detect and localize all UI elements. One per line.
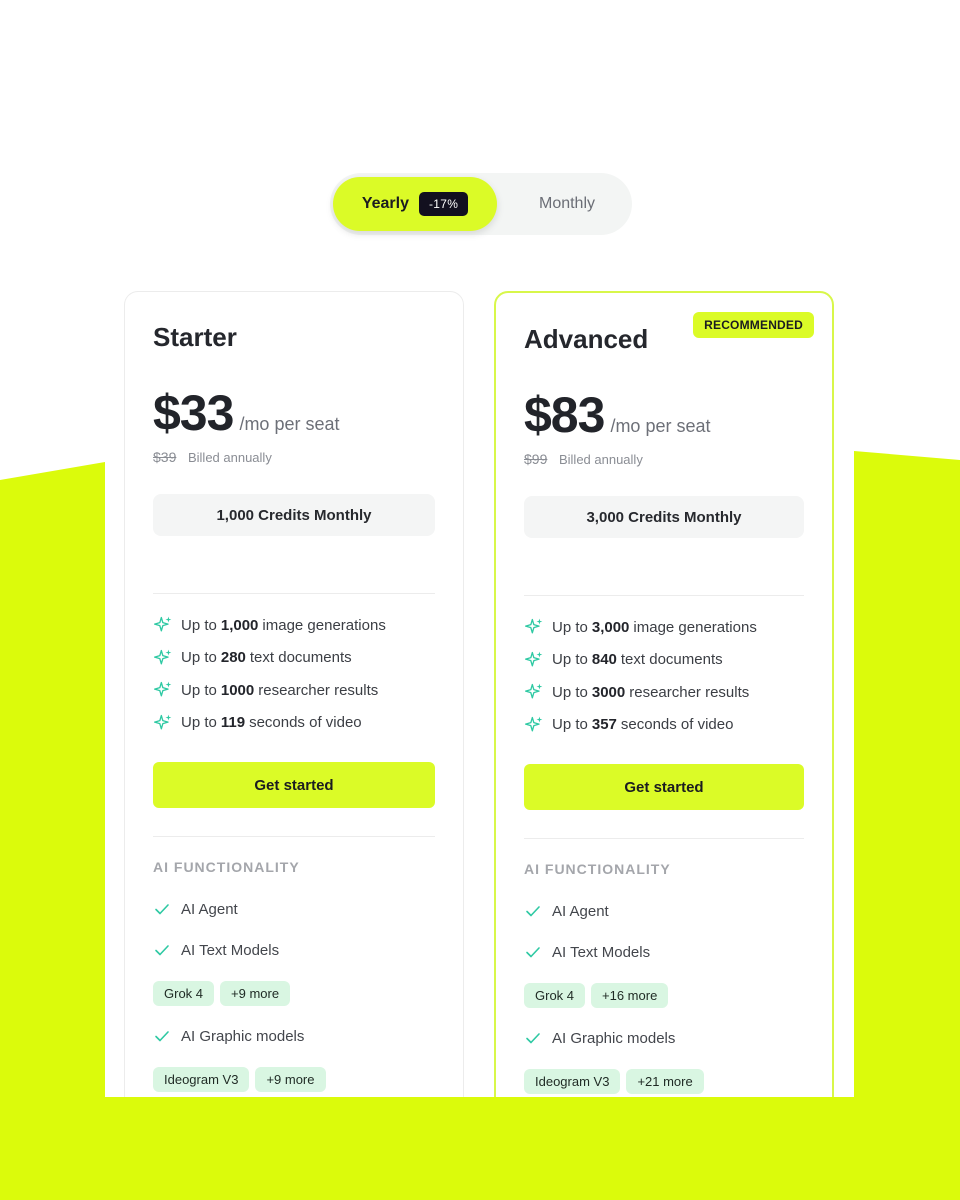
limit-item: Up to 280 text documents [153,642,453,675]
price-unit: /mo per seat [239,414,340,434]
model-tag: Grok 4 [524,983,586,1008]
divider [524,595,804,596]
discount-badge: -17% [418,192,469,216]
feature-item: AI Text Models [524,943,650,961]
sparkle-icon [525,618,543,634]
divider [153,593,435,594]
monthly-toggle-option[interactable]: Monthly [505,177,629,231]
get-started-button[interactable]: Get started [524,764,804,810]
check-icon [155,1031,169,1042]
limit-item: Up to 3,000 image generations [524,611,822,644]
lime-bottom-band [0,1097,960,1200]
limit-item: Up to 119 seconds of video [153,707,453,740]
more-models-tag[interactable]: +16 more [591,983,669,1008]
limit-item: Up to 357 seconds of video [524,709,822,742]
sparkle-icon [525,651,543,667]
feature-item: AI Agent [524,902,609,920]
billing-note: Billed annually [558,452,643,467]
model-tag: Grok 4 [153,981,215,1006]
usage-limits-list: Up to 1,000 image generations Up to 280 text… [153,609,453,739]
sparkle-icon [525,716,543,732]
divider [524,838,804,839]
check-icon [526,1033,540,1044]
plan-name: Advanced [524,324,649,354]
text-model-tags: Grok 4 +9 more [153,981,291,1006]
sparkle-icon [525,683,543,699]
billing-note: Billed annually [187,450,272,465]
sparkle-icon [154,649,172,665]
more-models-tag[interactable]: +21 more [626,1069,704,1094]
plan-card-advanced: Advanced RECOMMENDED $83 /mo per seat $9… [494,291,834,1131]
yearly-toggle-option[interactable]: Yearly -17% [333,177,497,231]
usage-limits-list: Up to 3,000 image generations Up to 840 text… [524,611,822,741]
graphic-model-tags: Ideogram V3 +21 more [524,1069,704,1094]
feature-item: AI Agent [153,900,238,918]
billing-toggle: Yearly -17% Monthly [330,173,632,235]
old-price: $39 [153,449,177,465]
limit-item: Up to 1,000 image generations [153,609,453,642]
more-models-tag[interactable]: +9 more [220,981,291,1006]
yearly-label: Yearly [361,195,409,212]
check-icon [526,906,540,917]
credits-box: 1,000 Credits Monthly [153,494,435,536]
get-started-button[interactable]: Get started [153,762,435,808]
plan-price: $33 [153,385,234,441]
sparkle-icon [154,616,172,632]
model-tag: Ideogram V3 [153,1067,250,1092]
feature-item: AI Graphic models [153,1027,304,1045]
limit-item: Up to 3000 researcher results [524,676,822,709]
check-icon [155,945,169,956]
feature-item: AI Graphic models [524,1029,675,1047]
text-model-tags: Grok 4 +16 more [524,983,669,1008]
check-icon [155,904,169,915]
billing-info: $39 Billed annually [153,449,272,465]
section-title: AI FUNCTIONALITY [153,859,300,875]
plan-card-starter: Starter $33 /mo per seat $39 Billed annu… [124,291,464,1131]
credits-box: 3,000 Credits Monthly [524,496,804,538]
old-price: $99 [524,451,548,467]
price-row: $83 /mo per seat [524,386,710,444]
limit-item: Up to 840 text documents [524,644,822,677]
graphic-model-tags: Ideogram V3 +9 more [153,1067,326,1092]
plan-name: Starter [153,322,237,352]
sparkle-icon [154,681,172,697]
recommended-badge: RECOMMENDED [693,312,814,338]
plan-price: $83 [524,387,605,443]
feature-item: AI Text Models [153,941,279,959]
check-icon [526,947,540,958]
model-tag: Ideogram V3 [524,1069,621,1094]
sparkle-icon [154,714,172,730]
limit-item: Up to 1000 researcher results [153,674,453,707]
price-unit: /mo per seat [610,416,711,436]
section-title: AI FUNCTIONALITY [524,861,671,877]
billing-info: $99 Billed annually [524,451,643,467]
divider [153,836,435,837]
price-row: $33 /mo per seat [153,384,339,442]
more-models-tag[interactable]: +9 more [255,1067,326,1092]
